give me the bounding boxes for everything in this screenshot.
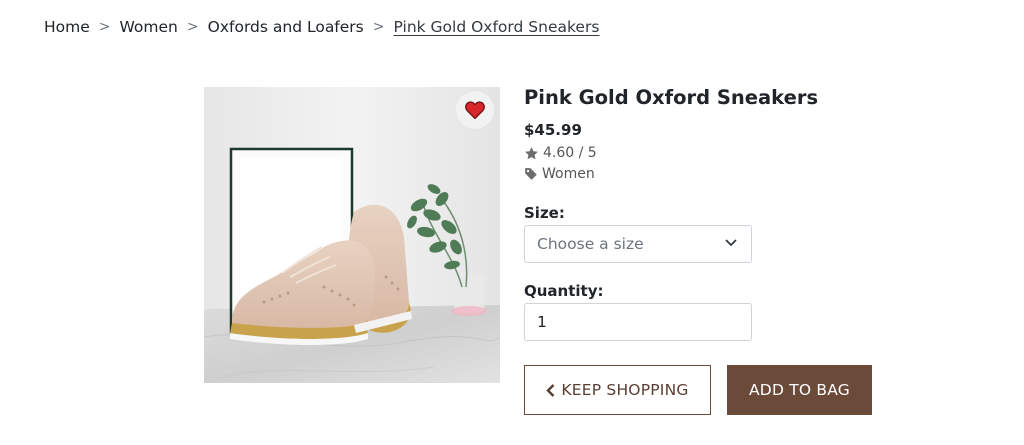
- product-rating: 4.60 / 5: [524, 145, 597, 161]
- breadcrumb: Home > Women > Oxfords and Loafers > Pin…: [44, 15, 599, 39]
- add-to-bag-button[interactable]: ADD TO BAG: [727, 365, 872, 415]
- keep-shopping-button[interactable]: KEEP SHOPPING: [524, 365, 711, 415]
- breadcrumb-home[interactable]: Home: [44, 18, 90, 36]
- keep-shopping-label: KEEP SHOPPING: [561, 381, 689, 399]
- tag-icon: [525, 168, 537, 180]
- breadcrumb-women[interactable]: Women: [120, 18, 178, 36]
- product-category: Women: [524, 166, 595, 182]
- product-image: [204, 87, 500, 383]
- chevron-down-icon: [725, 239, 737, 247]
- breadcrumb-separator: >: [98, 19, 111, 35]
- star-icon: [525, 146, 538, 159]
- breadcrumb-oxfords-loafers[interactable]: Oxfords and Loafers: [208, 18, 364, 36]
- heart-icon: [465, 101, 485, 119]
- chevron-left-icon: [546, 383, 555, 397]
- product-title: Pink Gold Oxford Sneakers: [524, 86, 819, 109]
- product-price: $45.99: [524, 121, 582, 139]
- breadcrumb-separator: >: [372, 19, 385, 35]
- size-select-value: Choose a size: [537, 235, 644, 253]
- breadcrumb-current[interactable]: Pink Gold Oxford Sneakers: [394, 18, 600, 36]
- quantity-input[interactable]: [524, 303, 752, 341]
- size-select[interactable]: Choose a size: [524, 225, 752, 263]
- rating-value: 4.60 / 5: [543, 145, 597, 161]
- breadcrumb-separator: >: [186, 19, 199, 35]
- category-value: Women: [542, 166, 595, 182]
- quantity-label: Quantity:: [524, 282, 604, 300]
- size-label: Size:: [524, 204, 565, 222]
- favorite-button[interactable]: [456, 91, 494, 129]
